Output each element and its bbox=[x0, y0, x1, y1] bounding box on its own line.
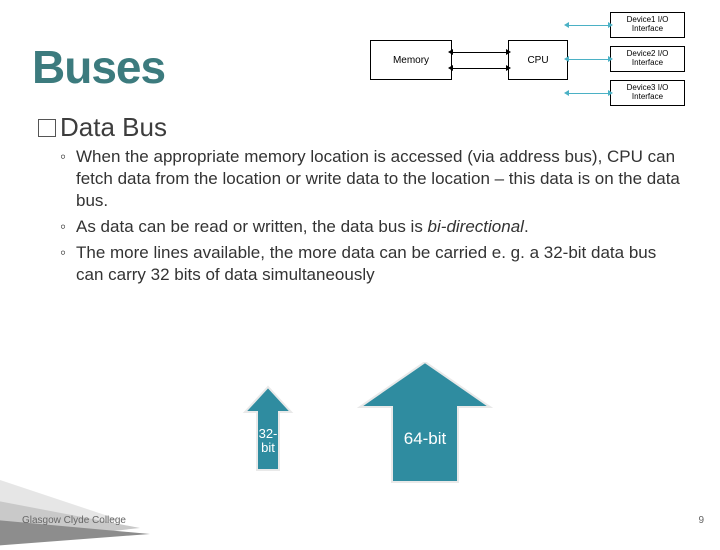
bullet-item: As data can be read or written, the data… bbox=[60, 216, 680, 238]
bus-line bbox=[568, 93, 610, 94]
bus-line bbox=[452, 52, 508, 53]
device2-box: Device2 I/O Interface bbox=[610, 46, 685, 72]
arrowhead-icon bbox=[608, 90, 613, 96]
heading-word-2: Bus bbox=[115, 112, 167, 142]
page-number: 9 bbox=[698, 515, 704, 526]
arrow-large-label: 64-bit bbox=[404, 429, 447, 448]
cpu-box: CPU bbox=[508, 40, 568, 80]
arrowhead-icon bbox=[564, 90, 569, 96]
slide-title: Buses bbox=[32, 40, 165, 94]
arrowhead-icon bbox=[608, 56, 613, 62]
arrow-64bit: 64-bit bbox=[360, 362, 490, 482]
footer-text: Glasgow Clyde College bbox=[22, 515, 126, 526]
bullet-text: As data can be read or written, the data… bbox=[76, 217, 529, 236]
arrowhead-icon bbox=[448, 49, 453, 55]
svg-text:32-: 32- bbox=[259, 426, 278, 441]
arrowhead-icon bbox=[448, 65, 453, 71]
arrowhead-icon bbox=[564, 22, 569, 28]
bullet-item: When the appropriate memory location is … bbox=[60, 146, 680, 212]
bullet-list: When the appropriate memory location is … bbox=[60, 146, 680, 291]
arrowhead-icon bbox=[506, 65, 511, 71]
checkbox-icon bbox=[38, 119, 56, 137]
arrowhead-icon bbox=[564, 56, 569, 62]
bus-line bbox=[568, 59, 610, 60]
device1-box: Device1 I/O Interface bbox=[610, 12, 685, 38]
section-heading: Data Bus bbox=[38, 112, 167, 143]
memory-box: Memory bbox=[370, 40, 452, 80]
bus-line bbox=[452, 68, 508, 69]
arrow-32bit: 32- bit bbox=[245, 387, 291, 470]
bullet-item: The more lines available, the more data … bbox=[60, 242, 680, 286]
arrowhead-icon bbox=[608, 22, 613, 28]
device3-box: Device3 I/O Interface bbox=[610, 80, 685, 106]
arrowhead-icon bbox=[506, 49, 511, 55]
bus-line bbox=[568, 25, 610, 26]
heading-word-1: Data bbox=[60, 112, 115, 142]
svg-text:bit: bit bbox=[261, 440, 275, 455]
bus-diagram: Memory CPU Device1 I/O Interface Device2… bbox=[340, 10, 700, 108]
corner-decoration bbox=[0, 460, 160, 550]
arrow-comparison: 32- bit 64-bit bbox=[200, 362, 530, 492]
